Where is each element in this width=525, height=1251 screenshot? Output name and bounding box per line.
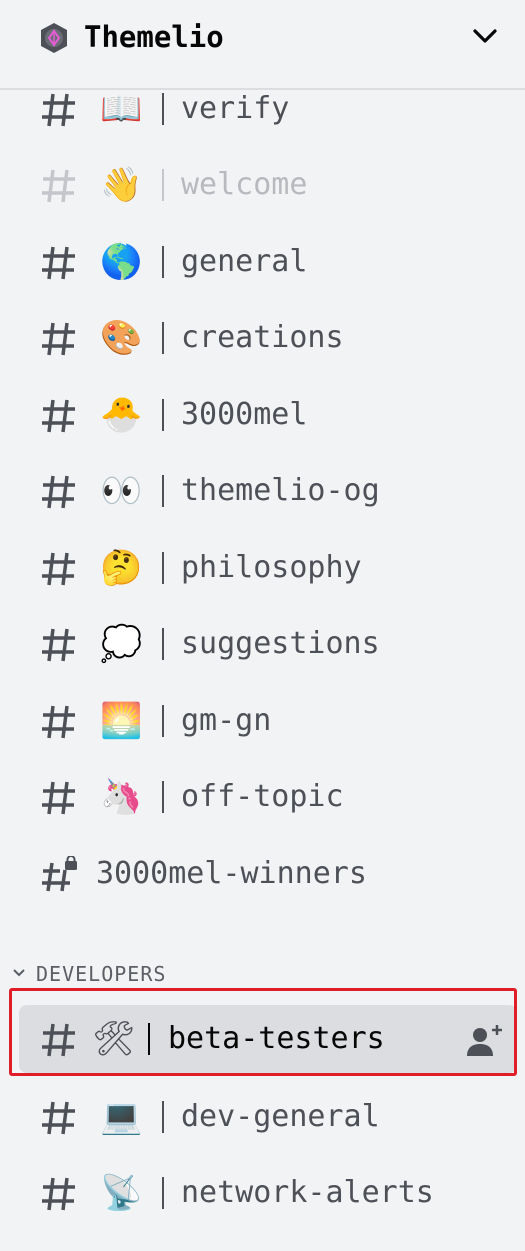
hash-icon bbox=[42, 246, 75, 280]
channel-philosophy[interactable]: 🤔 philosophy bbox=[0, 538, 525, 598]
hatching-chick-emoji-icon: 🐣 bbox=[100, 395, 143, 435]
separator bbox=[162, 705, 164, 737]
channel-name: 3000mel-winners bbox=[96, 856, 367, 891]
channel-name: welcome bbox=[181, 167, 308, 202]
hash-icon bbox=[42, 169, 75, 203]
laptop-emoji-icon: 💻 bbox=[100, 1097, 143, 1137]
hash-icon bbox=[42, 1101, 75, 1135]
hash-icon bbox=[42, 705, 75, 739]
hash-icon bbox=[42, 628, 75, 662]
channel-name: creations bbox=[181, 320, 344, 355]
separator bbox=[162, 169, 164, 201]
thought-balloon-emoji-icon: 💭 bbox=[100, 624, 143, 664]
channel-suggestions[interactable]: 💭 suggestions bbox=[0, 614, 525, 674]
channel-name: general bbox=[181, 244, 308, 279]
category-developers[interactable]: DEVELOPERS bbox=[12, 958, 166, 990]
globe-emoji-icon: 🌎 bbox=[100, 242, 143, 282]
sunrise-emoji-icon: 🌅 bbox=[100, 701, 143, 741]
satellite-antenna-emoji-icon: 📡 bbox=[100, 1173, 143, 1213]
hash-icon bbox=[42, 552, 75, 586]
channel-themelio-og[interactable]: 👀 themelio-og bbox=[0, 461, 525, 521]
channel-dev-general[interactable]: 💻 dev-general bbox=[0, 1087, 525, 1147]
channel-verify[interactable]: 📖 verify bbox=[0, 79, 525, 139]
eyes-emoji-icon: 👀 bbox=[100, 471, 143, 511]
separator bbox=[162, 628, 164, 660]
waving-hand-emoji-icon: 👋 bbox=[100, 165, 143, 205]
separator bbox=[162, 399, 164, 431]
separator bbox=[162, 1101, 164, 1133]
channel-name: themelio-og bbox=[181, 473, 380, 508]
locked-hash-icon bbox=[42, 856, 77, 892]
channel-name: network-alerts bbox=[181, 1175, 434, 1210]
separator bbox=[162, 475, 164, 507]
separator bbox=[162, 1177, 164, 1209]
hash-icon bbox=[42, 781, 75, 815]
highlight-outline bbox=[9, 988, 517, 1076]
server-header[interactable]: Themelio bbox=[0, 0, 525, 90]
channel-name: 3000mel bbox=[181, 397, 308, 432]
hexagon-server-icon bbox=[41, 23, 67, 53]
channel-network-alerts[interactable]: 📡 network-alerts bbox=[0, 1163, 525, 1223]
channel-name: gm-gn bbox=[181, 703, 272, 738]
category-label: DEVELOPERS bbox=[36, 962, 167, 986]
book-emoji-icon: 📖 bbox=[100, 89, 143, 129]
channel-3000mel-winners[interactable]: 3000mel-winners bbox=[0, 844, 525, 904]
channel-name: dev-general bbox=[181, 1099, 380, 1134]
channel-welcome[interactable]: 👋 welcome bbox=[0, 155, 525, 215]
separator bbox=[162, 552, 164, 584]
channel-gm-gn[interactable]: 🌅 gm-gn bbox=[0, 691, 525, 751]
hash-icon bbox=[42, 93, 75, 127]
channel-creations[interactable]: 🎨 creations bbox=[0, 308, 525, 368]
separator bbox=[162, 781, 164, 813]
thinking-face-emoji-icon: 🤔 bbox=[100, 548, 143, 588]
channel-3000mel[interactable]: 🐣 3000mel bbox=[0, 385, 525, 445]
separator bbox=[162, 322, 164, 354]
chevron-down-icon bbox=[13, 969, 25, 977]
channel-off-topic[interactable]: 🦄 off-topic bbox=[0, 767, 525, 827]
channel-name: verify bbox=[181, 91, 290, 126]
separator bbox=[162, 246, 164, 278]
server-name: Themelio bbox=[84, 20, 224, 54]
channel-general[interactable]: 🌎 general bbox=[0, 232, 525, 292]
hash-icon bbox=[42, 399, 75, 433]
unicorn-emoji-icon: 🦄 bbox=[100, 777, 143, 817]
palette-emoji-icon: 🎨 bbox=[100, 318, 143, 358]
channel-name: suggestions bbox=[181, 626, 380, 661]
channel-name: philosophy bbox=[181, 550, 362, 585]
hash-icon bbox=[42, 322, 75, 356]
chevron-down-icon[interactable] bbox=[470, 24, 500, 48]
separator bbox=[162, 93, 164, 125]
channel-name: off-topic bbox=[181, 779, 344, 814]
hash-icon bbox=[42, 1177, 75, 1211]
hash-icon bbox=[42, 475, 75, 509]
